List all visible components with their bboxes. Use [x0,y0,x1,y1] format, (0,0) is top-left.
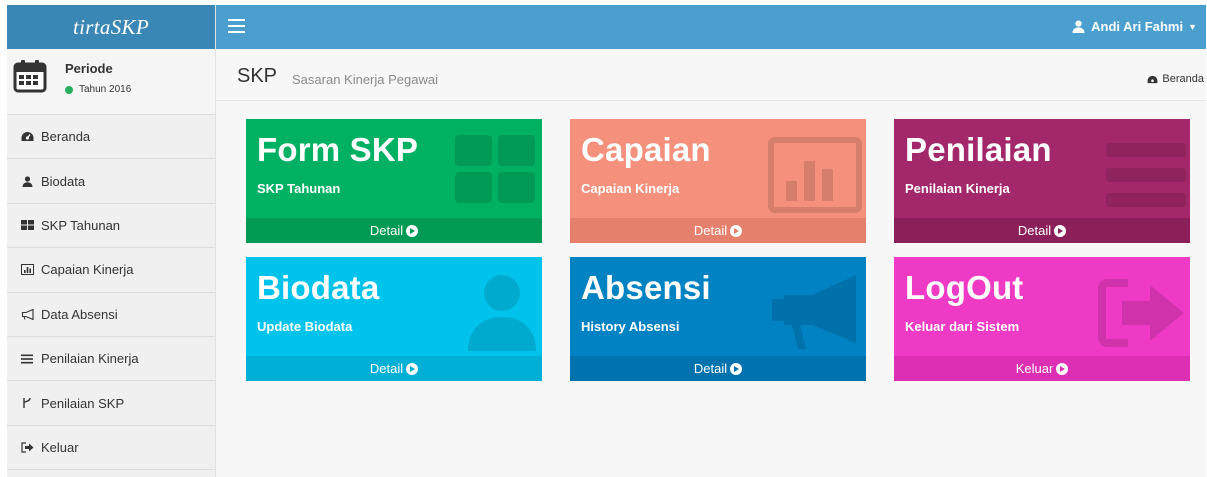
user-icon [19,175,35,187]
tile-action-label: Detail [693,223,728,238]
tile-detail-link[interactable]: Detail [246,356,542,381]
list-icon [1106,143,1186,207]
tile-detail-link[interactable]: Detail [246,218,542,243]
tile-action-label: Detail [1017,223,1052,238]
tile-title: Biodata [257,269,380,306]
tile-action-label: Detail [369,361,404,376]
tile-subtitle: History Absensi [581,319,680,334]
sign-out-icon [1098,279,1184,347]
breadcrumb-label: Beranda [1162,73,1204,85]
tile-detail-link[interactable]: Detail [570,356,866,381]
arrow-circle-right-icon [1054,224,1067,237]
breadcrumb[interactable]: Beranda [1147,73,1204,85]
grid-icon [455,135,535,203]
tile-title: Absensi [581,269,711,306]
bar-chart-icon [19,264,35,276]
tile-action-label: Keluar [1015,361,1054,376]
periode-panel: Periode Tahun 2016 [7,49,215,115]
periode-year: Tahun 2016 [65,84,131,95]
tile-subtitle: Penilaian Kinerja [905,181,1010,196]
list-icon [19,354,35,364]
caret-down-icon: ▼ [1188,21,1197,32]
user-icon [1072,20,1085,33]
tile-subtitle: SKP Tahunan [257,181,341,196]
tile-absensi[interactable]: Absensi History Absensi Detail [570,257,866,381]
sidebar-item-label: Penilaian Kinerja [41,351,139,367]
arrow-circle-right-icon [1056,362,1069,375]
grid-icon [19,220,35,231]
sidebar-item-keluar[interactable]: Keluar [7,426,215,471]
sidebar-item-penilaian-kinerja[interactable]: Penilaian Kinerja [7,337,215,382]
tile-subtitle: Keluar dari Sistem [905,319,1020,334]
sidebar-item-label: Penilaian SKP [41,395,125,411]
bullhorn-icon [772,275,856,349]
page-subtitle: Sasaran Kinerja Pegawai [292,72,438,87]
tile-title: Penilaian [905,131,1052,168]
tile-logout[interactable]: LogOut Keluar dari Sistem Keluar [894,257,1190,381]
sidebar-item-label: Beranda [41,129,91,145]
user-name: Andi Ari Fahmi [1091,19,1184,34]
arrow-circle-right-icon [730,224,743,237]
brand-logo[interactable]: tirtaSKP [7,5,215,49]
app-frame: tirtaSKP Periode Tahun 2016 Beranda Biod… [7,5,1206,477]
bar-chart-icon [768,137,862,213]
code-fork-icon [19,397,35,409]
arrow-circle-right-icon [730,362,743,375]
sidebar-item-penilaian-skp[interactable]: Penilaian SKP [7,381,215,426]
page-header: SKP Sasaran Kinerja Pegawai Beranda [216,49,1206,101]
bullhorn-icon [19,308,35,320]
sidebar-item-label: SKP Tahunan [41,217,121,233]
user-menu[interactable]: Andi Ari Fahmi ▼ [1072,19,1197,34]
dashboard-icon [19,131,35,142]
menu-toggle-icon[interactable] [228,19,245,33]
top-navbar: Andi Ari Fahmi ▼ [216,5,1206,49]
dashboard-icon [1147,75,1158,83]
tile-penilaian[interactable]: Penilaian Penilaian Kinerja Detail [894,119,1190,243]
tile-title: Capaian [581,131,711,168]
tile-subtitle: Capaian Kinerja [581,181,680,196]
sidebar-item-label: Keluar [41,439,79,455]
sidebar-item-biodata[interactable]: Biodata [7,159,215,204]
tile-subtitle: Update Biodata [257,319,353,334]
sidebar-item-beranda[interactable]: Beranda [7,115,215,160]
calendar-icon [13,60,47,93]
tile-capaian[interactable]: Capaian Capaian Kinerja Detail [570,119,866,243]
sign-out-icon [19,442,35,453]
periode-title: Periode [65,61,113,76]
sidebar-item-capaian-kinerja[interactable]: Capaian Kinerja [7,248,215,293]
tile-action-label: Detail [369,223,404,238]
arrow-circle-right-icon [406,224,419,237]
sidebar-item-label: Data Absensi [41,306,118,322]
tile-detail-link[interactable]: Detail [894,218,1190,243]
tile-detail-link[interactable]: Detail [570,218,866,243]
tile-form-skp[interactable]: Form SKP SKP Tahunan Detail [246,119,542,243]
tile-action-label: Detail [693,361,728,376]
arrow-circle-right-icon [406,362,419,375]
periode-info: Periode Tahun 2016 [65,59,131,95]
user-icon [468,275,536,351]
tile-logout-link[interactable]: Keluar [894,356,1190,381]
tile-title: Form SKP [257,131,419,168]
sidebar-menu: Beranda Biodata SKP Tahunan Capaian Kine… [7,115,215,471]
sidebar: tirtaSKP Periode Tahun 2016 Beranda Biod… [7,5,216,477]
sidebar-item-label: Biodata [41,173,86,189]
sidebar-item-label: Capaian Kinerja [41,262,134,278]
tile-title: LogOut [905,269,1024,306]
sidebar-item-data-absensi[interactable]: Data Absensi [7,293,215,337]
periode-year-label: Tahun 2016 [79,84,132,95]
brand-name: tirtaSKP [73,14,149,39]
tile-biodata[interactable]: Biodata Update Biodata Detail [246,257,542,381]
sidebar-item-skp-tahunan[interactable]: SKP Tahunan [7,204,215,249]
status-dot-icon [65,85,73,94]
page-title: SKP [237,65,278,87]
